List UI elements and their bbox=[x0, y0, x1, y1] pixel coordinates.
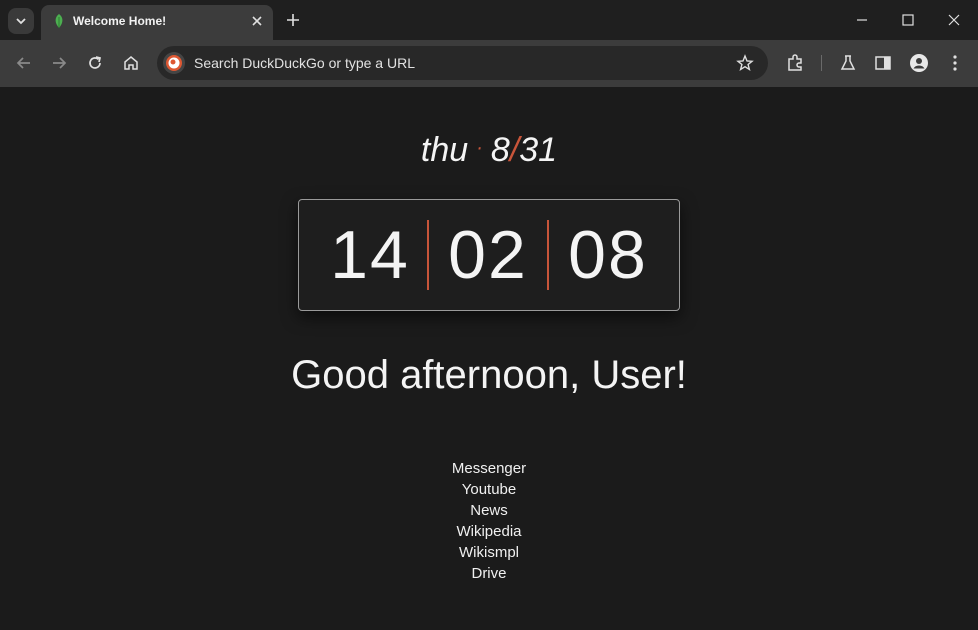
bookmark-star-icon[interactable] bbox=[736, 54, 754, 72]
quick-links: Messenger Youtube News Wikipedia Wikismp… bbox=[0, 458, 978, 584]
browser-toolbar: Search DuckDuckGo or type a URL bbox=[0, 40, 978, 87]
clock-seconds: 08 bbox=[568, 217, 648, 293]
new-tab-icon[interactable] bbox=[283, 10, 303, 30]
link-youtube[interactable]: Youtube bbox=[0, 479, 978, 500]
back-arrow-icon[interactable] bbox=[14, 53, 34, 73]
profile-avatar-icon[interactable] bbox=[909, 53, 929, 73]
date-day: 31 bbox=[519, 131, 558, 169]
browser-titlebar: Welcome Home! bbox=[0, 0, 978, 40]
clock-hours: 14 bbox=[330, 217, 410, 293]
close-window-icon[interactable] bbox=[944, 10, 964, 30]
link-wikipedia[interactable]: Wikipedia bbox=[0, 521, 978, 542]
date-separator-dot: · bbox=[476, 137, 483, 159]
forward-arrow-icon[interactable] bbox=[49, 53, 69, 73]
address-bar[interactable]: Search DuckDuckGo or type a URL bbox=[157, 46, 768, 80]
tab-search-button[interactable] bbox=[8, 8, 34, 34]
side-panel-icon[interactable] bbox=[873, 53, 893, 73]
date-month: 8 bbox=[490, 131, 510, 169]
link-drive[interactable]: Drive bbox=[0, 563, 978, 584]
maximize-icon[interactable] bbox=[898, 10, 918, 30]
kebab-menu-icon[interactable] bbox=[945, 53, 965, 73]
page-content: thu · 8/31 14 02 08 Good afternoon, User! … bbox=[0, 87, 978, 630]
browser-tab[interactable]: Welcome Home! bbox=[41, 5, 273, 40]
link-wikismpl[interactable]: Wikismpl bbox=[0, 542, 978, 563]
chevron-down-icon bbox=[16, 18, 26, 25]
toolbar-separator bbox=[821, 55, 822, 71]
link-messenger[interactable]: Messenger bbox=[0, 458, 978, 479]
home-icon[interactable] bbox=[121, 53, 141, 73]
weekday: thu bbox=[420, 131, 469, 169]
minimize-icon[interactable] bbox=[852, 10, 872, 30]
greeting-text: Good afternoon, User! bbox=[291, 353, 687, 397]
address-bar-text: Search DuckDuckGo or type a URL bbox=[194, 55, 415, 71]
link-news[interactable]: News bbox=[0, 500, 978, 521]
date-slash: / bbox=[509, 131, 520, 169]
reload-icon[interactable] bbox=[85, 53, 105, 73]
close-tab-icon[interactable] bbox=[249, 13, 265, 29]
clock-minutes: 02 bbox=[448, 217, 528, 293]
extensions-icon[interactable] bbox=[785, 53, 805, 73]
duckduckgo-icon bbox=[163, 52, 185, 74]
labs-flask-icon[interactable] bbox=[838, 53, 858, 73]
tab-title: Welcome Home! bbox=[73, 14, 167, 28]
digital-clock: 14 02 08 bbox=[298, 199, 680, 311]
date-display: thu · 8/31 bbox=[0, 131, 978, 170]
leaf-favicon-icon bbox=[55, 14, 63, 28]
